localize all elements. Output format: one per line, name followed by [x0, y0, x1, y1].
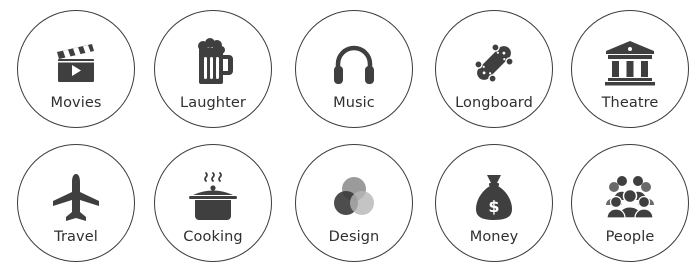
interest-label: Longboard	[455, 95, 533, 111]
headphones-icon	[326, 38, 382, 88]
interest-label: Theatre	[601, 95, 659, 111]
overlapping-circles-icon	[326, 172, 382, 222]
skateboard-icon	[466, 38, 522, 88]
interest-label: People	[605, 229, 655, 245]
interest-label: Movies	[50, 95, 102, 111]
airplane-icon	[48, 172, 104, 222]
money-bag-icon: $	[466, 172, 522, 222]
interest-label: Travel	[54, 229, 98, 245]
interest-music[interactable]: Music	[295, 10, 413, 128]
interest-label: Design	[328, 229, 380, 245]
interest-travel[interactable]: Travel	[17, 144, 135, 262]
interest-laughter[interactable]: Laughter	[154, 10, 272, 128]
interest-longboard[interactable]: Longboard	[435, 10, 553, 128]
interest-money[interactable]: $ Money	[435, 144, 553, 262]
interest-people[interactable]: People	[571, 144, 689, 262]
theatre-building-icon	[602, 38, 658, 88]
interest-label: Cooking	[183, 229, 243, 245]
interest-theatre[interactable]: Theatre	[571, 10, 689, 128]
beer-mug-icon	[185, 38, 241, 88]
cooking-pot-icon	[185, 172, 241, 222]
interest-label: Money	[469, 229, 519, 245]
interests-grid: Movies Laughter Music Longboard Theatre …	[0, 0, 692, 262]
interest-label: Laughter	[180, 95, 246, 111]
interest-design[interactable]: Design	[295, 144, 413, 262]
people-group-icon	[602, 172, 658, 222]
interest-cooking[interactable]: Cooking	[154, 144, 272, 262]
interest-movies[interactable]: Movies	[17, 10, 135, 128]
svg-text:$: $	[488, 197, 499, 216]
clapperboard-icon	[48, 38, 104, 88]
interest-label: Music	[333, 95, 375, 111]
